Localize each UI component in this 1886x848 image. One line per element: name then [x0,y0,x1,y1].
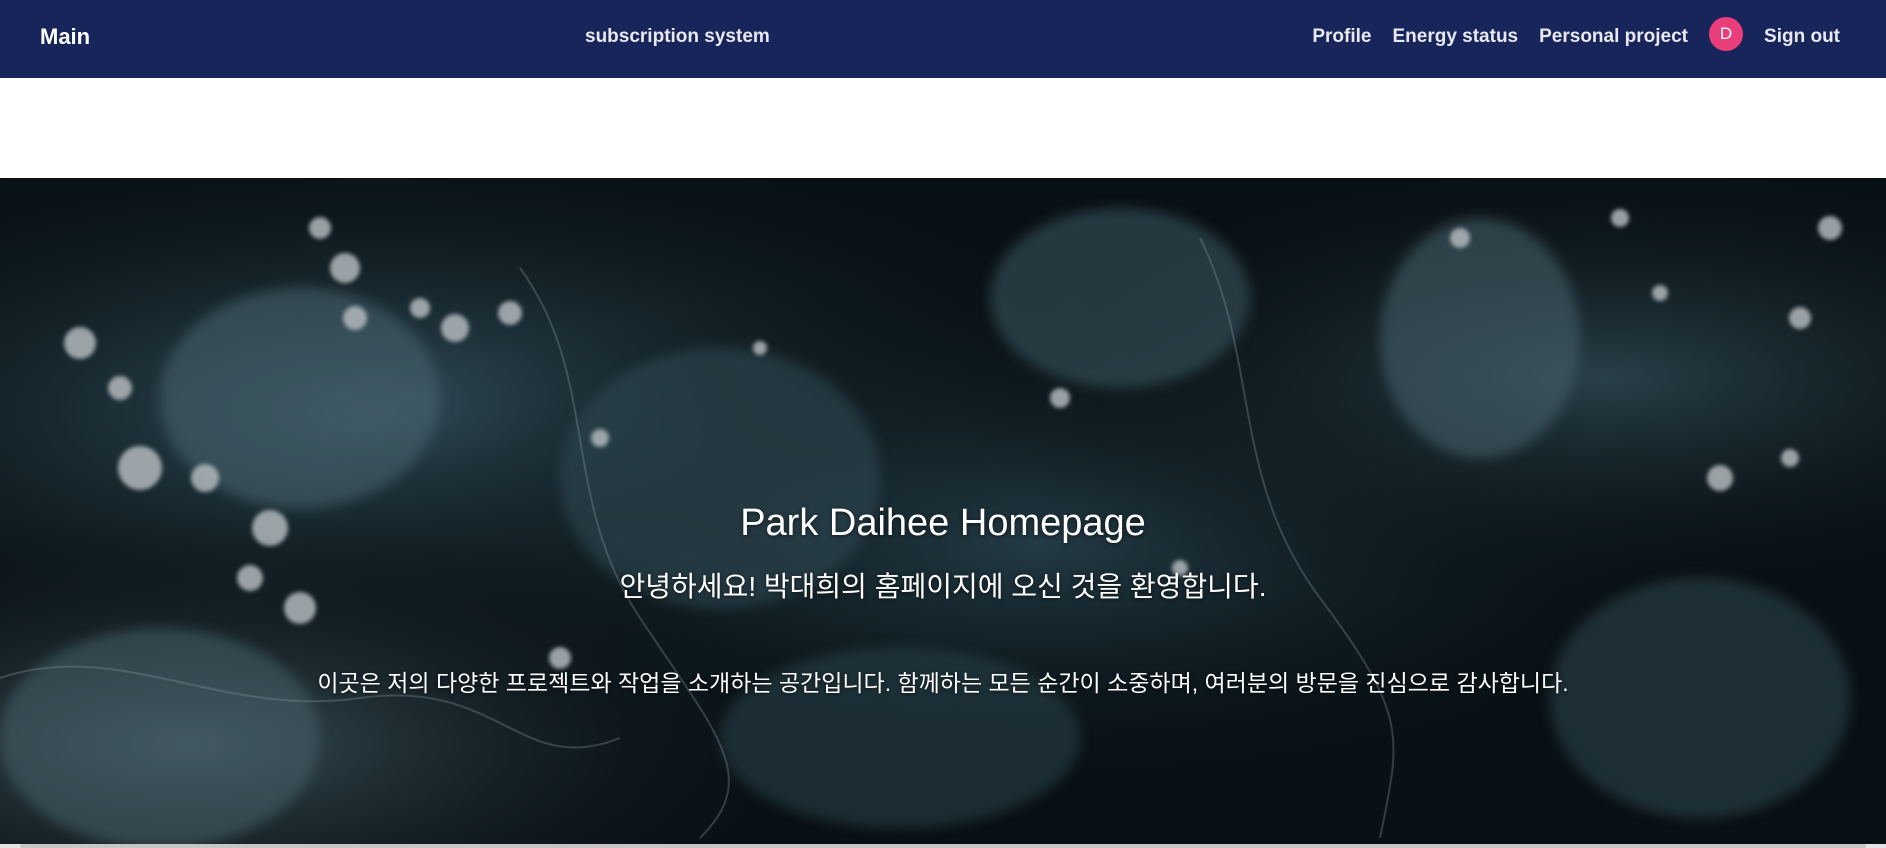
hero-description: 이곳은 저의 다양한 프로젝트와 작업을 소개하는 공간입니다. 함께하는 모든… [317,670,1569,696]
nav-link-profile[interactable]: Profile [1312,26,1371,48]
hero-section: Park Daihee Homepage 안녕하세요! 박대희의 홈페이지에 오… [0,178,1886,844]
top-navbar: Main subscription system Profile Energy … [0,0,1886,78]
site-title: subscription system [585,26,770,47]
sign-out-link[interactable]: Sign out [1764,26,1840,48]
header-spacer [0,78,1886,178]
nav-link-personal-project[interactable]: Personal project [1539,26,1688,48]
nav-links: Profile Energy status Personal project D… [1312,0,1840,74]
hero-title: Park Daihee Homepage [740,502,1146,544]
user-avatar[interactable]: D [1709,17,1744,51]
hero-subtitle: 안녕하세요! 박대희의 홈페이지에 오신 것을 환영합니다. [619,571,1267,602]
hero-text-block: Park Daihee Homepage 안녕하세요! 박대희의 홈페이지에 오… [0,178,1886,844]
brand-link-main[interactable]: Main [40,0,90,74]
horizontal-scrollbar[interactable] [0,844,1886,848]
nav-link-energy-status[interactable]: Energy status [1392,26,1518,48]
scrollbar-thumb[interactable] [20,844,1866,848]
